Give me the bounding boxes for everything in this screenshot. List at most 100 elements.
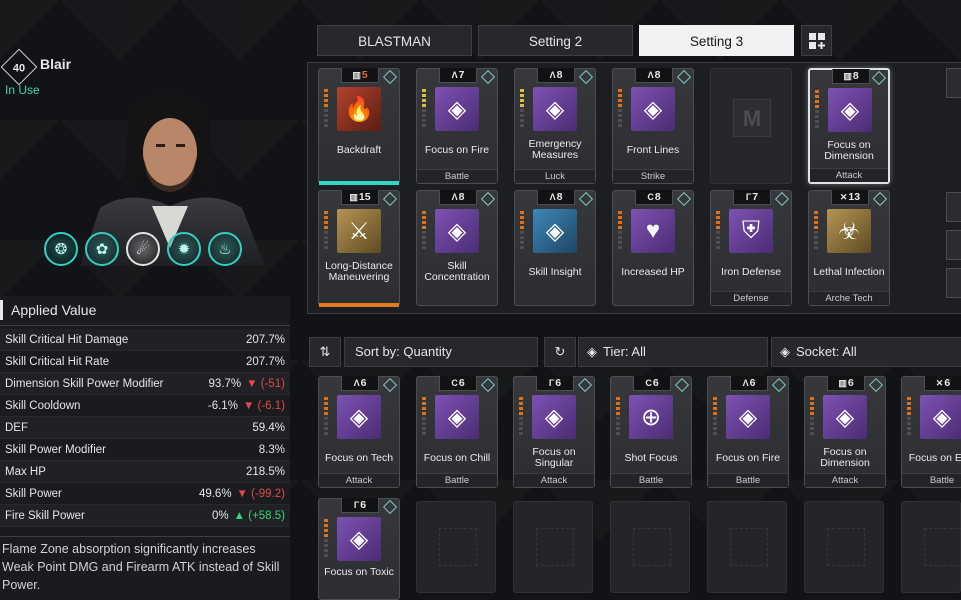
- module-card[interactable]: ✕6 ◈ Focus on Elec Battle: [901, 376, 961, 488]
- module-card[interactable]: ▥6 ◈ Focus on Dimension Attack: [804, 376, 886, 488]
- tier-gem-icon: [382, 191, 398, 207]
- side-control[interactable]: [946, 192, 961, 222]
- module-capacity: ▥5: [341, 68, 379, 83]
- stat-delta-value: (-99.2): [251, 488, 285, 500]
- socket-filter-dropdown[interactable]: ◈ Socket: All: [771, 337, 961, 367]
- tier-gem-icon: [578, 191, 594, 207]
- sort-order-button[interactable]: ⇅: [309, 337, 341, 367]
- leaf-flame-icon[interactable]: ✿: [85, 232, 119, 266]
- fire-orb-icon[interactable]: ♨: [208, 232, 242, 266]
- module-capacity: Γ6: [536, 376, 574, 391]
- enhance-level-bars: [324, 89, 328, 127]
- module-name: Focus on Elec: [908, 451, 961, 464]
- stat-delta-value: (-6.1): [257, 400, 285, 412]
- reset-button[interactable]: ↻: [544, 337, 576, 367]
- add-setting-button[interactable]: [801, 25, 832, 56]
- tier-gem-icon: [676, 69, 692, 85]
- module-icon: ⛨: [729, 209, 773, 253]
- stat-value: 93.7% ▼ (-51): [209, 373, 285, 394]
- module-cost: 6: [749, 377, 756, 389]
- side-control[interactable]: [946, 268, 961, 298]
- empty-module-slot[interactable]: M: [710, 68, 792, 184]
- stat-name: Skill Critical Hit Damage: [5, 334, 129, 346]
- flame-ring-icon[interactable]: ❂: [44, 232, 78, 266]
- enhance-level-bars: [520, 211, 524, 249]
- module-icon: 🔥: [337, 87, 381, 131]
- socket-filter-label: Socket: All: [796, 344, 857, 359]
- stat-name: Skill Power: [5, 488, 62, 500]
- tab-setting-2[interactable]: Setting 2: [478, 25, 633, 56]
- tab-setting-3[interactable]: Setting 3: [639, 25, 794, 56]
- tier-gem-icon: [774, 191, 790, 207]
- stat-number: 49.6%: [198, 488, 232, 500]
- module-card[interactable]: Λ6 ◈ Focus on Tech Attack: [318, 376, 400, 488]
- module-icon: ◈: [435, 87, 479, 131]
- module-capacity: C6: [439, 376, 477, 391]
- socket-type-icon: Λ: [353, 378, 360, 388]
- module-card[interactable]: ✕13 ☣ Lethal Infection Arche Tech: [808, 190, 890, 306]
- stat-value: 59.4%: [252, 417, 285, 438]
- module-capacity: C8: [635, 190, 673, 205]
- socket-type-icon: C: [645, 378, 652, 388]
- gear-flame-icon[interactable]: ✹: [167, 232, 201, 266]
- socket-type-icon: Γ: [745, 192, 752, 202]
- module-name: Focus on Fire: [424, 143, 490, 156]
- module-name: Shot Focus: [624, 451, 678, 464]
- module-card[interactable]: Λ7 ◈ Focus on Fire Battle: [416, 68, 498, 184]
- module-card[interactable]: Λ8 ◈ Skill Insight: [514, 190, 596, 306]
- module-card[interactable]: Γ7 ⛨ Iron Defense Defense: [710, 190, 792, 306]
- stat-row: Skill Critical Hit Damage 207.7%: [0, 329, 290, 351]
- module-icon: ◈: [435, 209, 479, 253]
- enhance-level-bars: [713, 397, 717, 435]
- module-card[interactable]: Λ8 ◈ Front Lines Strike: [612, 68, 694, 184]
- module-name: Front Lines: [626, 143, 680, 156]
- module-capacity: Λ6: [341, 376, 379, 391]
- module-cost: 8: [556, 191, 563, 203]
- enhance-level-bars: [422, 397, 426, 435]
- module-card[interactable]: Λ8 ◈ Emergency Measures Luck: [514, 68, 596, 184]
- module-icon: ◈: [337, 517, 381, 561]
- sort-icon: ⇅: [319, 344, 331, 359]
- module-card[interactable]: Γ6 ◈ Focus on Singular Attack: [513, 376, 595, 488]
- module-cost: 6: [847, 377, 854, 389]
- module-capacity: Γ6: [341, 498, 379, 513]
- side-control[interactable]: [946, 68, 961, 98]
- module-card[interactable]: Γ6 ◈ Focus on Toxic: [318, 498, 400, 600]
- tier-gem-icon: [480, 69, 496, 85]
- module-card[interactable]: ▥15 ⚔ Long-Distance Maneuvering: [318, 190, 400, 307]
- arrow-down-icon: ▼: [246, 378, 261, 390]
- module-card[interactable]: ▥8 ◈ Focus on Dimension Attack: [808, 68, 890, 184]
- socket-type-icon: ▥: [352, 70, 361, 80]
- tier-filter-dropdown[interactable]: ◈ Tier: All: [578, 337, 768, 367]
- stat-value: 49.6% ▼ (-99.2): [199, 483, 285, 504]
- meteor-icon[interactable]: ☄: [126, 232, 160, 266]
- tab-blastman[interactable]: BLASTMAN: [317, 25, 472, 56]
- layers-icon: ◈: [780, 344, 790, 359]
- enhance-level-bars: [324, 519, 328, 557]
- stat-delta-value: (+58.5): [248, 510, 285, 522]
- equipped-glow: [319, 181, 399, 185]
- module-card[interactable]: Λ8 ◈ Skill Concentration: [416, 190, 498, 306]
- side-control[interactable]: [946, 230, 961, 260]
- stat-number: 8.3%: [258, 444, 285, 456]
- stat-row: Max HP 218.5%: [0, 461, 290, 483]
- module-icon: ◈: [631, 87, 675, 131]
- module-card[interactable]: C8 ♥ Increased HP: [612, 190, 694, 306]
- stat-number: 93.7%: [208, 378, 242, 390]
- enhance-level-bars: [716, 211, 720, 249]
- module-description: Flame Zone absorption significantly incr…: [2, 542, 280, 592]
- module-slot-placeholder-icon: M: [733, 99, 771, 137]
- module-cost: 7: [458, 69, 465, 81]
- sort-dropdown[interactable]: Sort by: Quantity: [344, 337, 538, 367]
- stat-name: Dimension Skill Power Modifier: [5, 378, 164, 390]
- stat-value: 207.7%: [246, 329, 285, 350]
- tier-gem-icon: [871, 70, 887, 86]
- module-card[interactable]: Λ6 ◈ Focus on Fire Battle: [707, 376, 789, 488]
- module-cost: 8: [458, 191, 465, 203]
- tier-gem-icon: [382, 499, 398, 515]
- module-card[interactable]: ▥5 🔥 Backdraft: [318, 68, 400, 185]
- module-card[interactable]: C6 ◈ Focus on Chill Battle: [416, 376, 498, 488]
- module-card[interactable]: C6 ⊕ Shot Focus Battle: [610, 376, 692, 488]
- module-icon: ♥: [631, 209, 675, 253]
- module-icon: ⚔: [337, 209, 381, 253]
